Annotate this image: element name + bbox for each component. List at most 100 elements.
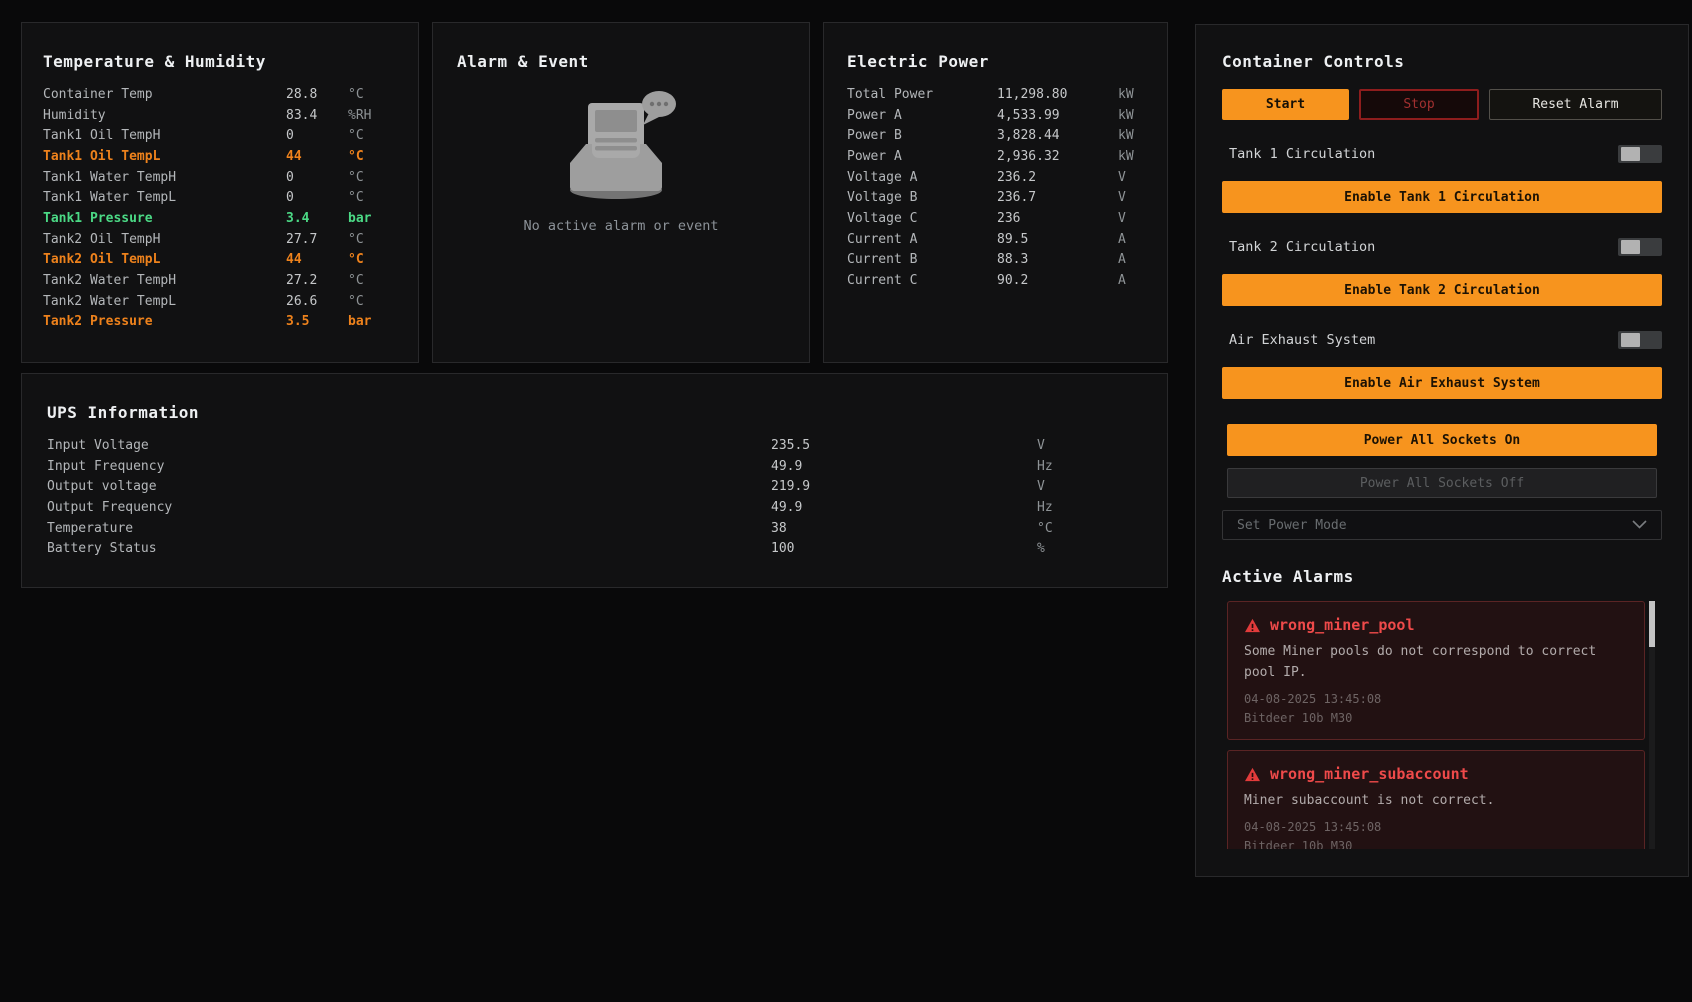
row-label: Tank2 Water TempL	[43, 294, 286, 309]
row-label: Tank1 Oil TempL	[43, 149, 286, 164]
row-unit: kW	[1118, 108, 1144, 123]
row-label: Voltage A	[847, 170, 997, 185]
alarm-list-scrollbar-thumb[interactable]	[1649, 601, 1655, 647]
row-label: Tank1 Oil TempH	[43, 128, 286, 143]
reset-alarm-button[interactable]: Reset Alarm	[1489, 89, 1662, 120]
row-label: Input Frequency	[47, 459, 771, 474]
alarm-card: wrong_miner_subaccount Miner subaccount …	[1227, 750, 1645, 849]
row-value: 44	[286, 149, 348, 164]
table-row: Input Frequency 49.9 Hz	[47, 456, 1142, 477]
row-label: Tank2 Oil TempL	[43, 252, 286, 267]
row-unit: V	[1118, 211, 1144, 226]
row-unit: V	[1037, 438, 1142, 453]
row-label: Tank1 Pressure	[43, 211, 286, 226]
toggle-switch[interactable]	[1618, 145, 1662, 163]
table-row: Tank1 Water TempH 0 °C	[43, 167, 397, 188]
row-value: 236.2	[997, 170, 1118, 185]
row-value: 0	[286, 170, 348, 185]
select-placeholder: Set Power Mode	[1237, 518, 1347, 533]
table-row: Tank1 Water TempL 0 °C	[43, 187, 397, 208]
table-row: Output voltage 219.9 V	[47, 476, 1142, 497]
enable-button[interactable]: Enable Air Exhaust System	[1222, 367, 1662, 399]
row-unit: °C	[348, 128, 397, 143]
row-value: 0	[286, 190, 348, 205]
set-power-mode-select[interactable]: Set Power Mode	[1222, 510, 1662, 540]
alarm-list-scrollbar	[1649, 601, 1655, 849]
row-label: Tank1 Water TempL	[43, 190, 286, 205]
row-label: Current A	[847, 232, 997, 247]
row-value: 26.6	[286, 294, 348, 309]
row-label: Power A	[847, 149, 997, 164]
row-value: 44	[286, 252, 348, 267]
row-unit: °C	[348, 294, 397, 309]
stop-button[interactable]: Stop	[1359, 89, 1479, 120]
row-unit: %	[1037, 541, 1142, 556]
table-row: Battery Status 100 %	[47, 538, 1142, 559]
row-value: 100	[771, 541, 1037, 556]
enable-button[interactable]: Enable Tank 2 Circulation	[1222, 274, 1662, 306]
row-unit: bar	[348, 211, 397, 226]
chevron-down-icon	[1632, 518, 1647, 533]
row-label: Container Temp	[43, 87, 286, 102]
table-row: Output Frequency 49.9 Hz	[47, 497, 1142, 518]
container-controls-panel: Container Controls Start Stop Reset Alar…	[1195, 24, 1689, 877]
row-value: 2,936.32	[997, 149, 1118, 164]
table-row: Voltage A 236.2 V	[847, 167, 1144, 188]
control-label: Air Exhaust System	[1222, 332, 1375, 348]
row-label: Voltage C	[847, 211, 997, 226]
control-label: Tank 2 Circulation	[1222, 239, 1375, 255]
table-row: Tank2 Oil TempH 27.7 °C	[43, 229, 397, 250]
toggle-switch[interactable]	[1618, 238, 1662, 256]
row-value: 4,533.99	[997, 108, 1118, 123]
row-value: 236.7	[997, 190, 1118, 205]
temperature-table: Container Temp 28.8 °C Humidity 83.4 %RH…	[43, 84, 397, 332]
row-unit: kW	[1118, 149, 1144, 164]
table-row: Tank1 Pressure 3.4 bar	[43, 208, 397, 229]
row-label: Tank1 Water TempH	[43, 170, 286, 185]
row-value: 28.8	[286, 87, 348, 102]
temperature-humidity-panel: Temperature & Humidity Container Temp 28…	[21, 22, 419, 363]
alarm-name: wrong_miner_pool	[1270, 616, 1415, 634]
row-unit: V	[1118, 170, 1144, 185]
row-label: Tank2 Water TempH	[43, 273, 286, 288]
table-row: Current A 89.5 A	[847, 229, 1144, 250]
table-row: Power A 4,533.99 kW	[847, 105, 1144, 126]
table-row: Power B 3,828.44 kW	[847, 125, 1144, 146]
toggle-knob	[1621, 333, 1640, 347]
table-row: Tank2 Water TempH 27.2 °C	[43, 270, 397, 291]
row-label: Voltage B	[847, 190, 997, 205]
row-unit: A	[1118, 252, 1144, 267]
table-row: Input Voltage 235.5 V	[47, 435, 1142, 456]
row-value: 235.5	[771, 438, 1037, 453]
row-value: 49.9	[771, 500, 1037, 515]
table-row: Tank2 Water TempL 26.6 °C	[43, 291, 397, 312]
active-alarms-list: wrong_miner_pool Some Miner pools do not…	[1227, 601, 1655, 849]
power-all-sockets-on-button[interactable]: Power All Sockets On	[1227, 424, 1657, 456]
panel-title: Alarm & Event	[457, 52, 785, 71]
row-label: Current B	[847, 252, 997, 267]
alarm-timestamp: 04-08-2025 13:45:08	[1244, 819, 1628, 836]
start-button[interactable]: Start	[1222, 89, 1349, 120]
control-section: Tank 2 Circulation Enable Tank 2 Circula…	[1222, 237, 1662, 306]
enable-button[interactable]: Enable Tank 1 Circulation	[1222, 181, 1662, 213]
electric-power-table: Total Power 11,298.80 kW Power A 4,533.9…	[847, 84, 1144, 291]
table-row: Container Temp 28.8 °C	[43, 84, 397, 105]
row-label: Total Power	[847, 87, 997, 102]
row-value: 49.9	[771, 459, 1037, 474]
row-value: 38	[771, 521, 1037, 536]
row-value: 11,298.80	[997, 87, 1118, 102]
row-value: 3.5	[286, 314, 348, 329]
row-label: Output Frequency	[47, 500, 771, 515]
control-section: Air Exhaust System Enable Air Exhaust Sy…	[1222, 330, 1662, 399]
alarm-cards: wrong_miner_pool Some Miner pools do not…	[1227, 601, 1655, 849]
power-all-sockets-off-button[interactable]: Power All Sockets Off	[1227, 468, 1657, 498]
row-unit: kW	[1118, 87, 1144, 102]
row-label: Current C	[847, 273, 997, 288]
no-alarm-inbox-icon	[546, 87, 696, 206]
row-label: Tank2 Oil TempH	[43, 232, 286, 247]
alarm-device: Bitdeer 10b M30	[1244, 710, 1628, 727]
toggle-switch[interactable]	[1618, 331, 1662, 349]
row-unit: bar	[348, 314, 397, 329]
row-label: Humidity	[43, 108, 286, 123]
row-value: 88.3	[997, 252, 1118, 267]
